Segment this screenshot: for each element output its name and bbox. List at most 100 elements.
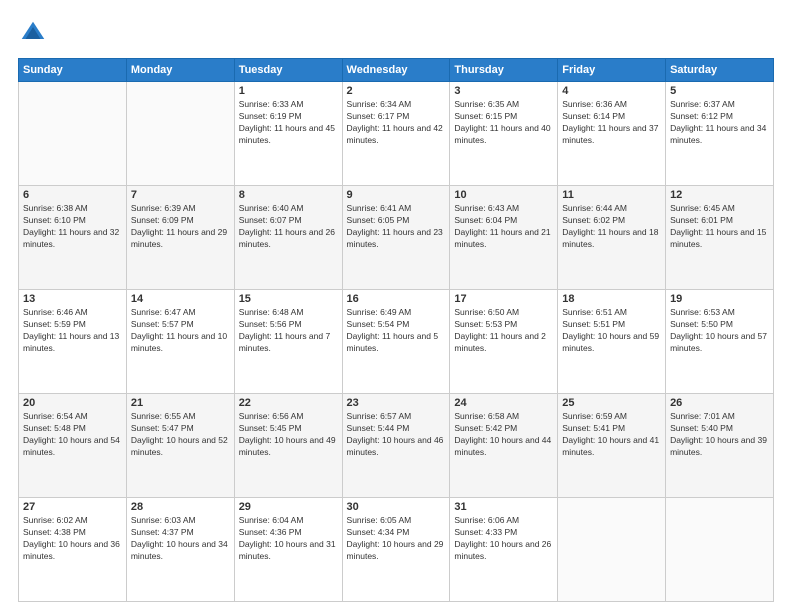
cell-content: Sunrise: 6:54 AM Sunset: 5:48 PM Dayligh… xyxy=(23,411,122,459)
cell-content: Sunrise: 6:37 AM Sunset: 6:12 PM Dayligh… xyxy=(670,99,769,147)
cell-content: Sunrise: 7:01 AM Sunset: 5:40 PM Dayligh… xyxy=(670,411,769,459)
calendar-cell: 22 Sunrise: 6:56 AM Sunset: 5:45 PM Dayli… xyxy=(234,394,342,498)
calendar-week-1: 1 Sunrise: 6:33 AM Sunset: 6:19 PM Daylig… xyxy=(19,82,774,186)
day-number: 23 xyxy=(347,397,446,409)
calendar-cell xyxy=(666,498,774,602)
day-number: 20 xyxy=(23,397,122,409)
calendar-cell: 1 Sunrise: 6:33 AM Sunset: 6:19 PM Daylig… xyxy=(234,82,342,186)
cell-content: Sunrise: 6:35 AM Sunset: 6:15 PM Dayligh… xyxy=(454,99,553,147)
day-number: 31 xyxy=(454,501,553,513)
cell-content: Sunrise: 6:41 AM Sunset: 6:05 PM Dayligh… xyxy=(347,203,446,251)
cell-content: Sunrise: 6:49 AM Sunset: 5:54 PM Dayligh… xyxy=(347,307,446,355)
cell-content: Sunrise: 6:39 AM Sunset: 6:09 PM Dayligh… xyxy=(131,203,230,251)
calendar-cell: 12 Sunrise: 6:45 AM Sunset: 6:01 PM Dayli… xyxy=(666,186,774,290)
calendar-cell xyxy=(126,82,234,186)
calendar-cell: 7 Sunrise: 6:39 AM Sunset: 6:09 PM Daylig… xyxy=(126,186,234,290)
day-number: 2 xyxy=(347,85,446,97)
day-header-tuesday: Tuesday xyxy=(234,59,342,82)
day-number: 14 xyxy=(131,293,230,305)
day-number: 27 xyxy=(23,501,122,513)
day-header-sunday: Sunday xyxy=(19,59,127,82)
calendar-cell: 31 Sunrise: 6:06 AM Sunset: 4:33 PM Dayli… xyxy=(450,498,558,602)
cell-content: Sunrise: 6:56 AM Sunset: 5:45 PM Dayligh… xyxy=(239,411,338,459)
day-number: 21 xyxy=(131,397,230,409)
calendar-cell: 5Sunrise: 6:37 AM Sunset: 6:12 PM Daylig… xyxy=(666,82,774,186)
calendar-cell: 20 Sunrise: 6:54 AM Sunset: 5:48 PM Dayli… xyxy=(19,394,127,498)
calendar-cell: 14 Sunrise: 6:47 AM Sunset: 5:57 PM Dayli… xyxy=(126,290,234,394)
calendar-week-2: 6 Sunrise: 6:38 AM Sunset: 6:10 PM Daylig… xyxy=(19,186,774,290)
cell-content: Sunrise: 6:43 AM Sunset: 6:04 PM Dayligh… xyxy=(454,203,553,251)
calendar-cell: 4 Sunrise: 6:36 AM Sunset: 6:14 PM Daylig… xyxy=(558,82,666,186)
cell-content: Sunrise: 6:58 AM Sunset: 5:42 PM Dayligh… xyxy=(454,411,553,459)
day-number: 6 xyxy=(23,189,122,201)
day-number: 4 xyxy=(562,85,661,97)
day-number: 9 xyxy=(347,189,446,201)
cell-content: Sunrise: 6:38 AM Sunset: 6:10 PM Dayligh… xyxy=(23,203,122,251)
day-number: 13 xyxy=(23,293,122,305)
cell-content: Sunrise: 6:45 AM Sunset: 6:01 PM Dayligh… xyxy=(670,203,769,251)
day-number: 11 xyxy=(562,189,661,201)
calendar-cell: 30 Sunrise: 6:05 AM Sunset: 4:34 PM Dayli… xyxy=(342,498,450,602)
day-header-thursday: Thursday xyxy=(450,59,558,82)
day-number: 7 xyxy=(131,189,230,201)
day-number: 22 xyxy=(239,397,338,409)
day-number: 28 xyxy=(131,501,230,513)
page: SundayMondayTuesdayWednesdayThursdayFrid… xyxy=(0,0,792,612)
day-header-wednesday: Wednesday xyxy=(342,59,450,82)
day-number: 19 xyxy=(670,293,769,305)
calendar-cell: 17Sunrise: 6:50 AM Sunset: 5:53 PM Dayli… xyxy=(450,290,558,394)
day-number: 17 xyxy=(454,293,553,305)
day-number: 26 xyxy=(670,397,769,409)
cell-content: Sunrise: 6:36 AM Sunset: 6:14 PM Dayligh… xyxy=(562,99,661,147)
cell-content: Sunrise: 6:05 AM Sunset: 4:34 PM Dayligh… xyxy=(347,515,446,563)
calendar-cell: 28 Sunrise: 6:03 AM Sunset: 4:37 PM Dayli… xyxy=(126,498,234,602)
day-number: 15 xyxy=(239,293,338,305)
day-number: 3 xyxy=(454,85,553,97)
calendar-cell: 6 Sunrise: 6:38 AM Sunset: 6:10 PM Daylig… xyxy=(19,186,127,290)
cell-content: Sunrise: 6:59 AM Sunset: 5:41 PM Dayligh… xyxy=(562,411,661,459)
cell-content: Sunrise: 6:48 AM Sunset: 5:56 PM Dayligh… xyxy=(239,307,338,355)
day-header-monday: Monday xyxy=(126,59,234,82)
cell-content: Sunrise: 6:55 AM Sunset: 5:47 PM Dayligh… xyxy=(131,411,230,459)
cell-content: Sunrise: 6:03 AM Sunset: 4:37 PM Dayligh… xyxy=(131,515,230,563)
day-number: 1 xyxy=(239,85,338,97)
calendar-week-5: 27Sunrise: 6:02 AM Sunset: 4:38 PM Dayli… xyxy=(19,498,774,602)
day-number: 18 xyxy=(562,293,661,305)
calendar-cell: 23Sunrise: 6:57 AM Sunset: 5:44 PM Dayli… xyxy=(342,394,450,498)
header xyxy=(18,18,774,48)
calendar-cell: 2 Sunrise: 6:34 AM Sunset: 6:17 PM Daylig… xyxy=(342,82,450,186)
calendar-cell: 18 Sunrise: 6:51 AM Sunset: 5:51 PM Dayli… xyxy=(558,290,666,394)
day-number: 12 xyxy=(670,189,769,201)
cell-content: Sunrise: 6:53 AM Sunset: 5:50 PM Dayligh… xyxy=(670,307,769,355)
day-number: 24 xyxy=(454,397,553,409)
cell-content: Sunrise: 6:34 AM Sunset: 6:17 PM Dayligh… xyxy=(347,99,446,147)
calendar-cell: 3 Sunrise: 6:35 AM Sunset: 6:15 PM Daylig… xyxy=(450,82,558,186)
calendar-cell: 25Sunrise: 6:59 AM Sunset: 5:41 PM Dayli… xyxy=(558,394,666,498)
cell-content: Sunrise: 6:06 AM Sunset: 4:33 PM Dayligh… xyxy=(454,515,553,563)
cell-content: Sunrise: 6:44 AM Sunset: 6:02 PM Dayligh… xyxy=(562,203,661,251)
day-number: 10 xyxy=(454,189,553,201)
calendar-cell xyxy=(19,82,127,186)
cell-content: Sunrise: 6:04 AM Sunset: 4:36 PM Dayligh… xyxy=(239,515,338,563)
calendar-cell: 16Sunrise: 6:49 AM Sunset: 5:54 PM Dayli… xyxy=(342,290,450,394)
cell-content: Sunrise: 6:51 AM Sunset: 5:51 PM Dayligh… xyxy=(562,307,661,355)
calendar-cell: 26 Sunrise: 7:01 AM Sunset: 5:40 PM Dayli… xyxy=(666,394,774,498)
calendar-cell: 8Sunrise: 6:40 AM Sunset: 6:07 PM Daylig… xyxy=(234,186,342,290)
calendar-cell: 29 Sunrise: 6:04 AM Sunset: 4:36 PM Dayli… xyxy=(234,498,342,602)
cell-content: Sunrise: 6:33 AM Sunset: 6:19 PM Dayligh… xyxy=(239,99,338,147)
calendar-cell: 27Sunrise: 6:02 AM Sunset: 4:38 PM Dayli… xyxy=(19,498,127,602)
calendar-cell: 21 Sunrise: 6:55 AM Sunset: 5:47 PM Dayli… xyxy=(126,394,234,498)
calendar-cell: 10 Sunrise: 6:43 AM Sunset: 6:04 PM Dayli… xyxy=(450,186,558,290)
calendar: SundayMondayTuesdayWednesdayThursdayFrid… xyxy=(18,58,774,602)
calendar-cell: 15 Sunrise: 6:48 AM Sunset: 5:56 PM Dayli… xyxy=(234,290,342,394)
cell-content: Sunrise: 6:46 AM Sunset: 5:59 PM Dayligh… xyxy=(23,307,122,355)
day-number: 29 xyxy=(239,501,338,513)
calendar-cell: 9 Sunrise: 6:41 AM Sunset: 6:05 PM Daylig… xyxy=(342,186,450,290)
day-number: 8 xyxy=(239,189,338,201)
calendar-week-3: 13 Sunrise: 6:46 AM Sunset: 5:59 PM Dayli… xyxy=(19,290,774,394)
day-number: 30 xyxy=(347,501,446,513)
calendar-cell xyxy=(558,498,666,602)
calendar-cell: 19 Sunrise: 6:53 AM Sunset: 5:50 PM Dayli… xyxy=(666,290,774,394)
logo-icon xyxy=(18,18,48,48)
cell-content: Sunrise: 6:47 AM Sunset: 5:57 PM Dayligh… xyxy=(131,307,230,355)
